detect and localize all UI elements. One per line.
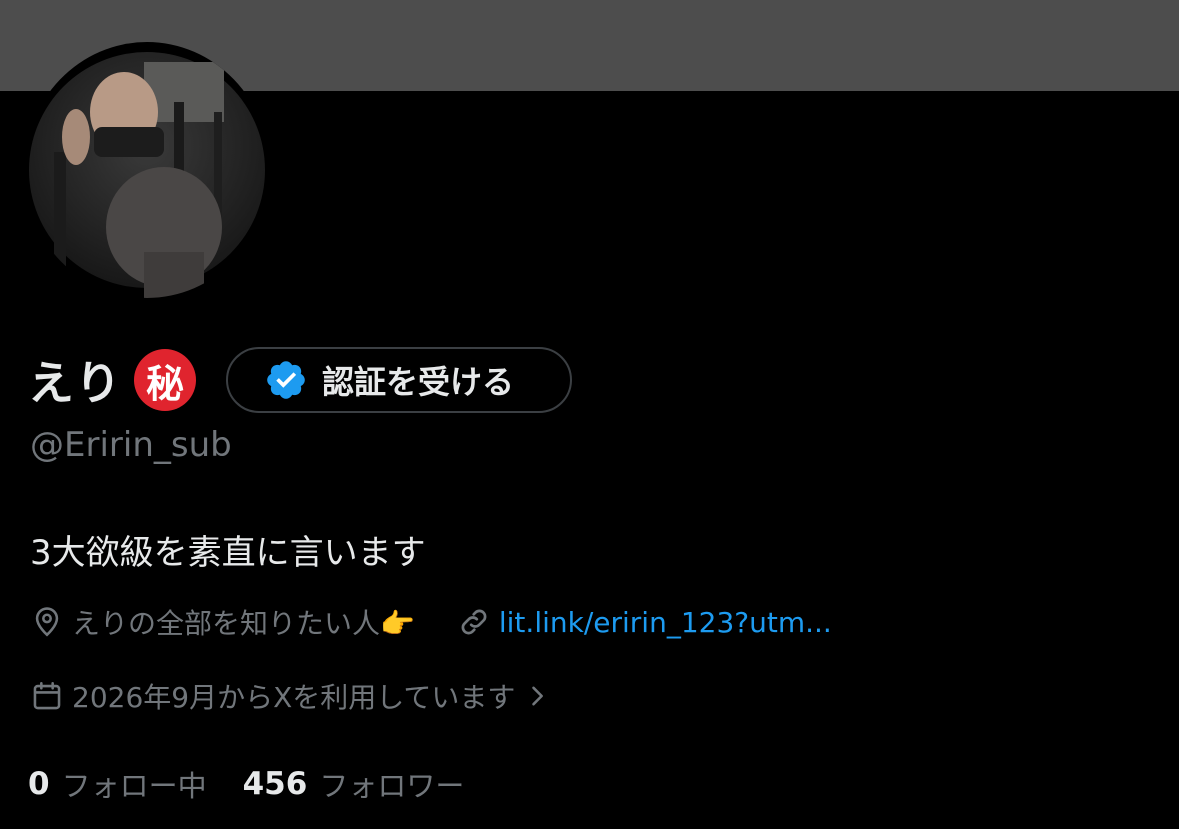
profile-page: えり 秘 認証を受ける @Eririn_sub 3大欲級を素直に言います えりの… — [0, 0, 1179, 829]
location-item: えりの全部を知りたい人👉 — [30, 602, 415, 642]
bio: 3大欲級を素直に言います — [30, 533, 426, 573]
followers-count: 456 — [242, 766, 308, 802]
user-handle: @Eririn_sub — [30, 425, 232, 465]
map-pin-icon — [35, 607, 59, 637]
verified-check-icon — [267, 361, 305, 399]
website-link[interactable]: lit.link/eririn_123?utm... — [499, 606, 832, 639]
followers-label: フォロワー — [319, 769, 465, 803]
secret-badge-icon: 秘 — [134, 349, 196, 411]
profile-meta-row: えりの全部を知りたい人👉 lit.link/eririn_123?utm... — [30, 600, 832, 644]
website-item[interactable]: lit.link/eririn_123?utm... — [457, 605, 832, 639]
get-verified-button[interactable]: 認証を受ける — [226, 347, 572, 413]
name-row: えり 秘 認証を受ける — [28, 342, 572, 418]
following-count: 0 — [28, 766, 50, 802]
get-verified-label: 認証を受ける — [322, 363, 515, 401]
location-text: えりの全部を知りたい人👉 — [72, 607, 415, 640]
followers-link[interactable]: 456 フォロワー — [243, 763, 465, 805]
follow-stats: 0 フォロー中 456 フォロワー — [28, 762, 464, 806]
joined-date: 2026年9月からXを利用しています — [72, 681, 516, 714]
following-label: フォロー中 — [61, 769, 207, 803]
display-name: えり — [28, 356, 122, 410]
following-link[interactable]: 0 フォロー中 — [28, 763, 207, 805]
joined-row[interactable]: 2026年9月からXを利用しています — [30, 674, 551, 718]
chevron-right-icon — [532, 686, 544, 706]
avatar-photo — [29, 52, 265, 298]
calendar-icon — [33, 681, 61, 710]
link-icon — [461, 609, 487, 635]
avatar[interactable] — [24, 42, 270, 298]
